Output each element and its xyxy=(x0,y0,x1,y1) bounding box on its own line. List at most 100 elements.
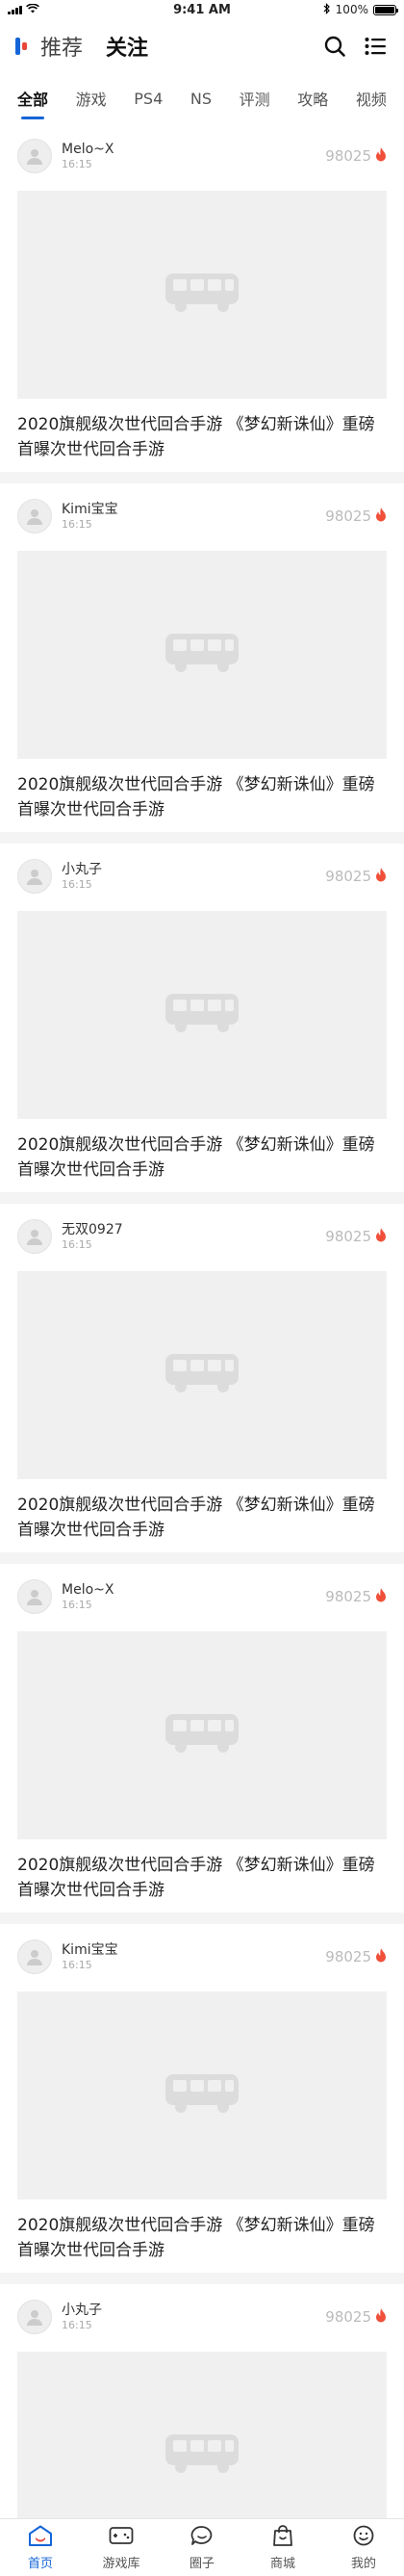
battery-percent: 100% xyxy=(335,3,368,16)
post-image[interactable] xyxy=(17,911,387,1119)
post-feed: Melo~X 16:15 98025 2020旗舰级次世代回合手游 《梦幻新诛仙… xyxy=(0,123,404,2576)
heat-count: 98025 xyxy=(325,146,387,166)
post-time: 16:15 xyxy=(62,1599,92,1611)
post-title[interactable]: 2020旗舰级次世代回合手游 《梦幻新诛仙》重磅首曝次世代回合手游 xyxy=(17,772,387,822)
heat-value: 98025 xyxy=(325,2308,371,2326)
category-games[interactable]: 游戏 xyxy=(76,81,107,116)
username[interactable]: 小丸子 xyxy=(62,861,325,878)
tab-profile[interactable]: 我的 xyxy=(323,2519,404,2576)
username[interactable]: Melo~X xyxy=(62,141,325,158)
fire-icon xyxy=(375,1947,387,1966)
bus-placeholder-icon xyxy=(164,2072,240,2119)
fire-icon xyxy=(375,2307,387,2327)
post-time: 16:15 xyxy=(62,2319,92,2331)
heat-count: 98025 xyxy=(325,1227,387,1246)
username[interactable]: 小丸子 xyxy=(62,2302,325,2319)
post-image[interactable] xyxy=(17,191,387,399)
tab-home-label: 首页 xyxy=(27,2556,53,2571)
category-bar: 全部 游戏 PS4 NS 评测 攻略 视频 xyxy=(0,73,404,123)
heat-count: 98025 xyxy=(325,1587,387,1606)
post-card[interactable]: Kimi宝宝 16:15 98025 2020旗舰级次世代回合手游 《梦幻新诛仙… xyxy=(0,483,404,832)
status-bar: 9:41 AM 100% xyxy=(0,0,404,19)
post-time: 16:15 xyxy=(62,158,92,170)
gamepad-icon xyxy=(109,2525,134,2550)
chat-icon xyxy=(189,2525,215,2550)
battery-icon xyxy=(372,4,398,15)
post-image[interactable] xyxy=(17,1271,387,1479)
fire-icon xyxy=(375,146,387,166)
heat-value: 98025 xyxy=(325,147,371,165)
post-image[interactable] xyxy=(17,1631,387,1839)
avatar[interactable] xyxy=(17,1579,52,1614)
fire-icon xyxy=(375,507,387,526)
heat-count: 98025 xyxy=(325,2307,387,2327)
category-ps4[interactable]: PS4 xyxy=(134,84,163,114)
bus-placeholder-icon xyxy=(164,632,240,678)
post-title[interactable]: 2020旗舰级次世代回合手游 《梦幻新诛仙》重磅首曝次世代回合手游 xyxy=(17,412,387,462)
post-image[interactable] xyxy=(17,551,387,759)
username[interactable]: Kimi宝宝 xyxy=(62,1941,325,1959)
username[interactable]: Kimi宝宝 xyxy=(62,501,325,518)
tab-game-library[interactable]: 游戏库 xyxy=(81,2519,162,2576)
signal-icon xyxy=(8,5,22,14)
tab-store-label: 商城 xyxy=(269,2556,295,2571)
post-time: 16:15 xyxy=(62,518,92,531)
tab-recommend[interactable]: 推荐 xyxy=(40,31,83,62)
post-card[interactable]: 无双0927 16:15 98025 2020旗舰级次世代回合手游 《梦幻新诛仙… xyxy=(0,1204,404,1552)
category-reviews[interactable]: 评测 xyxy=(240,81,270,116)
heat-count: 98025 xyxy=(325,507,387,526)
heat-value: 98025 xyxy=(325,507,371,525)
post-card[interactable]: Melo~X 16:15 98025 2020旗舰级次世代回合手游 《梦幻新诛仙… xyxy=(0,123,404,472)
fire-icon xyxy=(375,867,387,886)
status-time: 9:41 AM xyxy=(173,2,231,17)
bus-placeholder-icon xyxy=(164,1712,240,1758)
tab-home[interactable]: 首页 xyxy=(0,2519,81,2576)
home-icon xyxy=(28,2525,53,2550)
username[interactable]: Melo~X xyxy=(62,1581,325,1599)
wifi-icon xyxy=(26,3,39,16)
bottom-tab-bar: 首页 游戏库 圈子 商城 我的 xyxy=(0,2518,404,2576)
bus-placeholder-icon xyxy=(164,272,240,318)
bluetooth-icon xyxy=(323,2,331,17)
post-image[interactable] xyxy=(17,1991,387,2199)
top-header: 推荐 关注 xyxy=(0,19,404,73)
heat-value: 98025 xyxy=(325,1588,371,1605)
tab-store[interactable]: 商城 xyxy=(242,2519,323,2576)
avatar[interactable] xyxy=(17,2300,52,2334)
post-card[interactable]: 小丸子 16:15 98025 2020旗舰级次世代回合手游 《梦幻新诛仙》重磅… xyxy=(0,844,404,1192)
post-title[interactable]: 2020旗舰级次世代回合手游 《梦幻新诛仙》重磅首曝次世代回合手游 xyxy=(17,1132,387,1183)
heat-count: 98025 xyxy=(325,1947,387,1966)
username[interactable]: 无双0927 xyxy=(62,1221,325,1238)
avatar[interactable] xyxy=(17,1219,52,1254)
category-ns[interactable]: NS xyxy=(190,84,212,114)
post-title[interactable]: 2020旗舰级次世代回合手游 《梦幻新诛仙》重磅首曝次世代回合手游 xyxy=(17,2213,387,2263)
post-card[interactable]: Kimi宝宝 16:15 98025 2020旗舰级次世代回合手游 《梦幻新诛仙… xyxy=(0,1924,404,2273)
avatar[interactable] xyxy=(17,859,52,894)
app-logo-icon xyxy=(15,38,31,55)
menu-list-icon[interactable] xyxy=(362,33,389,60)
fire-icon xyxy=(375,1227,387,1246)
post-title[interactable]: 2020旗舰级次世代回合手游 《梦幻新诛仙》重磅首曝次世代回合手游 xyxy=(17,1493,387,1543)
profile-icon xyxy=(351,2525,376,2550)
post-time: 16:15 xyxy=(62,878,92,891)
post-card[interactable]: Melo~X 16:15 98025 2020旗舰级次世代回合手游 《梦幻新诛仙… xyxy=(0,1564,404,1912)
tab-following[interactable]: 关注 xyxy=(106,31,148,62)
tab-circle-label: 圈子 xyxy=(189,2556,215,2571)
avatar[interactable] xyxy=(17,1939,52,1974)
shopping-bag-icon xyxy=(270,2524,295,2550)
post-time: 16:15 xyxy=(62,1238,92,1251)
heat-count: 98025 xyxy=(325,867,387,886)
avatar[interactable] xyxy=(17,139,52,173)
bus-placeholder-icon xyxy=(164,1352,240,1398)
tab-circle[interactable]: 圈子 xyxy=(162,2519,242,2576)
post-time: 16:15 xyxy=(62,1959,92,1971)
post-title[interactable]: 2020旗舰级次世代回合手游 《梦幻新诛仙》重磅首曝次世代回合手游 xyxy=(17,1853,387,1903)
tab-game-library-label: 游戏库 xyxy=(102,2556,140,2571)
category-all[interactable]: 全部 xyxy=(17,81,48,119)
category-videos[interactable]: 视频 xyxy=(356,81,387,116)
tab-profile-label: 我的 xyxy=(350,2556,376,2571)
category-guides[interactable]: 攻略 xyxy=(297,81,328,116)
heat-value: 98025 xyxy=(325,1948,371,1965)
search-icon[interactable] xyxy=(321,33,348,60)
avatar[interactable] xyxy=(17,499,52,533)
